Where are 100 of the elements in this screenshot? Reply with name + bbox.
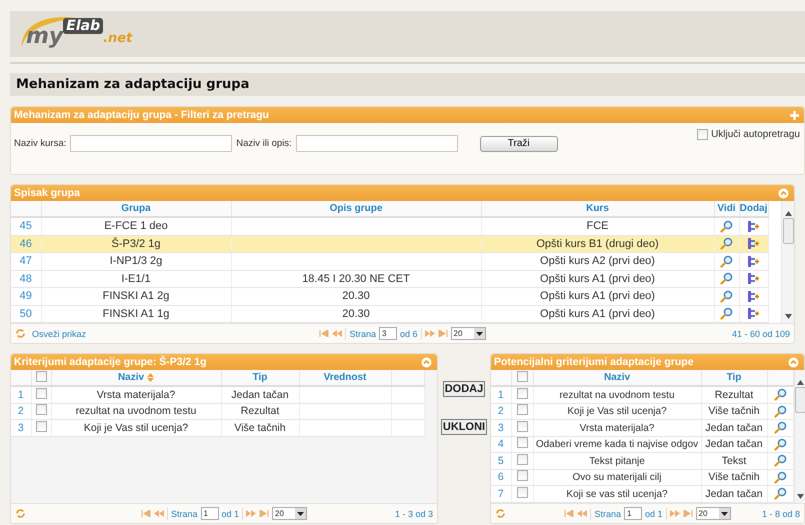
next-page-icon[interactable] [424, 330, 435, 337]
previous-page-icon[interactable] [577, 510, 588, 517]
collapse-icon[interactable] [421, 356, 432, 368]
checkbox[interactable] [516, 486, 528, 498]
transfer-button[interactable]: DODAJ [442, 381, 486, 397]
checkbox[interactable] [516, 420, 528, 432]
scroll-thumb[interactable] [782, 218, 794, 244]
last-page-icon[interactable] [682, 510, 693, 517]
dropdown-arrow-icon[interactable] [476, 332, 483, 336]
checkbox[interactable] [516, 454, 528, 465]
table-row[interactable]: 45 E-FCE 1 deo FCE [11, 217, 768, 235]
collapse-icon[interactable] [778, 188, 789, 198]
dropdown-arrow-icon[interactable] [720, 512, 728, 516]
add-to-group-icon[interactable] [747, 272, 760, 286]
magnifier-icon[interactable] [774, 388, 786, 402]
previous-page-icon[interactable] [154, 510, 164, 517]
page-size-select[interactable]: 20 [450, 327, 486, 340]
column-header[interactable]: Opis grupe [330, 203, 382, 214]
refresh-icon[interactable] [15, 508, 26, 519]
checkbox[interactable] [516, 404, 528, 416]
scroll-up-icon[interactable] [797, 380, 804, 385]
column-header[interactable]: Naziv [604, 372, 630, 383]
column-header[interactable]: Naziv [118, 372, 144, 383]
column-header[interactable]: Grupa [121, 203, 151, 214]
table-row[interactable]: 46 Š-P3/2 1g Opšti kurs B1 (drugi deo) [11, 235, 768, 252]
table-row[interactable]: 2 Koji je Vas stil ucenja? Više tačnih [491, 403, 793, 420]
checkbox[interactable] [516, 437, 528, 448]
scrollbar[interactable] [794, 370, 805, 503]
last-page-icon[interactable] [438, 330, 448, 337]
magnifier-icon[interactable] [720, 254, 733, 268]
refresh-icon[interactable] [495, 508, 506, 519]
column-header[interactable]: Tip [252, 372, 268, 383]
scroll-down-icon[interactable] [797, 494, 804, 499]
add-to-group-icon[interactable] [747, 290, 760, 303]
table-row[interactable]: 2 rezultat na uvodnom testu Rezultat [11, 403, 424, 420]
checkbox[interactable] [697, 129, 708, 140]
checkbox[interactable] [36, 404, 46, 416]
checkbox[interactable] [516, 370, 528, 382]
table-row[interactable]: 49 FINSKI A1 2g 20.30 Opšti kurs A1 (prvi deo) [11, 288, 768, 305]
page-size-select[interactable]: 20 [272, 507, 308, 520]
table-row[interactable]: 1 rezultat na uvodnom testu Rezultat [491, 386, 793, 403]
magnifier-icon[interactable] [720, 272, 733, 286]
refresh-link[interactable]: Osveži prikaz [32, 328, 86, 338]
last-page-icon[interactable] [259, 510, 270, 517]
add-to-group-icon[interactable] [747, 307, 760, 320]
input-field[interactable] [296, 135, 458, 152]
magnifier-icon[interactable] [774, 421, 786, 434]
magnifier-icon[interactable] [720, 307, 733, 320]
search-button[interactable]: Traži [480, 136, 558, 152]
magnifier-icon[interactable] [774, 438, 786, 451]
table-row[interactable]: 7 Koji se vas stil ucenja? Jedan tačan [491, 486, 793, 502]
magnifier-icon[interactable] [774, 454, 786, 468]
previous-page-icon[interactable] [332, 330, 342, 337]
column-header[interactable]: Tip [726, 372, 742, 383]
table-row[interactable]: 3 Vrsta materijala? Jedan tačan [491, 420, 793, 436]
table-row[interactable]: 48 I-E1/1 18.45 I 20.30 NE CET Opšti kurs A1 (prvi deo) [11, 270, 768, 288]
scroll-up-icon[interactable] [784, 211, 792, 216]
scroll-thumb[interactable] [795, 387, 805, 413]
record-summary: 1 - 3 od 3 [394, 508, 433, 518]
magnifier-icon[interactable] [720, 220, 733, 233]
column-header[interactable]: Kurs [586, 203, 609, 214]
checkbox[interactable] [36, 370, 46, 382]
transfer-button[interactable]: UKLONI [440, 419, 488, 435]
first-page-icon[interactable] [564, 510, 574, 517]
next-page-icon[interactable] [670, 510, 680, 517]
table-row[interactable]: 6 Ovo su materijali cilj Više tačnih [491, 469, 793, 486]
first-page-icon[interactable] [319, 330, 330, 337]
magnifier-icon[interactable] [774, 487, 786, 500]
page-input[interactable]: 3 [379, 327, 397, 340]
table-row[interactable]: 5 Tekst pitanje Tekst [491, 452, 793, 469]
add-to-group-icon[interactable] [747, 237, 760, 250]
dropdown-arrow-icon[interactable] [297, 512, 304, 516]
page-input[interactable]: 1 [624, 507, 642, 520]
table-row[interactable]: 50 FINSKI A1 1g 20.30 Opšti kurs A1 (prvi deo) [11, 305, 768, 322]
table-cell: Rezultat [240, 405, 280, 418]
next-page-icon[interactable] [246, 510, 256, 517]
table-row[interactable]: 4 Odaberi vreme kada ti najvise odgov Jedan tačan [491, 436, 793, 452]
expand-icon[interactable] [790, 110, 799, 120]
collapse-icon[interactable] [788, 356, 799, 368]
magnifier-icon[interactable] [774, 404, 786, 418]
page-size-select[interactable]: 20 [696, 507, 731, 520]
magnifier-icon[interactable] [774, 470, 786, 484]
checkbox[interactable] [36, 420, 46, 432]
page-input[interactable]: 1 [200, 507, 218, 520]
magnifier-icon[interactable] [720, 290, 733, 303]
table-row[interactable]: 47 I-NP1/3 2g Opšti kurs A2 (prvi deo) [11, 252, 768, 270]
table-row[interactable]: 3 Koji je Vas stil ucenja? Više tačnih [11, 420, 424, 436]
scrollbar[interactable] [781, 201, 794, 323]
checkbox[interactable] [516, 388, 528, 399]
refresh-icon[interactable] [15, 328, 26, 339]
table-row[interactable]: 1 Vrsta materijala? Jedan tačan [11, 386, 424, 403]
magnifier-icon[interactable] [720, 237, 733, 250]
first-page-icon[interactable] [140, 510, 151, 517]
add-to-group-icon[interactable] [747, 220, 760, 233]
checkbox[interactable] [36, 388, 46, 399]
scroll-down-icon[interactable] [784, 314, 792, 319]
checkbox[interactable] [516, 470, 528, 482]
input-field[interactable] [70, 135, 232, 152]
add-to-group-icon[interactable] [747, 254, 760, 268]
panel-title: Potencijalni griterijumi adaptacije grupe [494, 356, 694, 368]
